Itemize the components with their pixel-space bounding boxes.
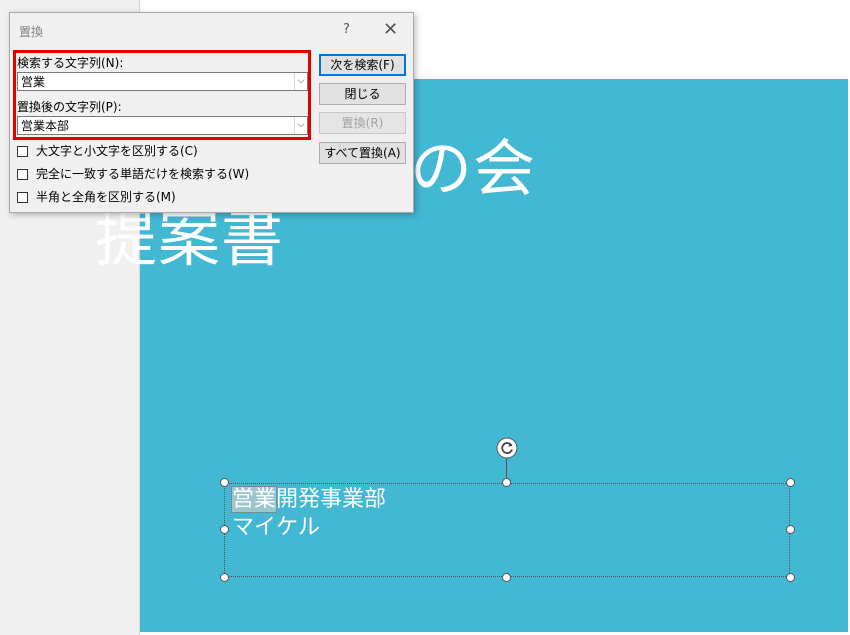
- find-combo[interactable]: ⌵: [17, 72, 308, 91]
- resize-handle-bottom-left[interactable]: [220, 573, 229, 582]
- option-width[interactable]: 半角と全角を区別する(M): [17, 188, 176, 204]
- close-button[interactable]: 閉じる: [319, 83, 406, 105]
- find-label: 検索する文字列(N):: [17, 56, 124, 70]
- resize-handle-bottom-right[interactable]: [786, 573, 795, 582]
- replace-input[interactable]: [18, 117, 297, 134]
- checkbox[interactable]: [17, 146, 28, 157]
- option-label: 大文字と小文字を区別する(C): [36, 144, 198, 158]
- subtitle-text-rest: 開発事業部: [276, 487, 387, 512]
- resize-handle-right[interactable]: [786, 525, 795, 534]
- replace-label: 置換後の文字列(P):: [17, 100, 122, 114]
- option-match-case[interactable]: 大文字と小文字を区別する(C): [17, 142, 198, 158]
- help-button[interactable]: ?: [343, 22, 350, 37]
- replace-all-button[interactable]: すべて置換(A): [319, 142, 406, 164]
- subtitle-text[interactable]: 営業開発事業部 マイケル: [230, 486, 387, 542]
- resize-handle-top-left[interactable]: [220, 478, 229, 487]
- checkbox[interactable]: [17, 192, 28, 203]
- close-icon[interactable]: ✕: [383, 19, 398, 40]
- resize-handle-top-right[interactable]: [786, 478, 795, 487]
- option-label: 完全に一致する単語だけを検索する(W): [36, 167, 250, 181]
- resize-handle-top[interactable]: [502, 478, 511, 487]
- replace-dialog: 置換 ? ✕ 検索する文字列(N): ⌵ 置換後の文字列(P): ⌵ 大文字と小…: [9, 12, 414, 213]
- chevron-down-icon[interactable]: ⌵: [294, 73, 307, 90]
- replace-combo[interactable]: ⌵: [17, 116, 308, 135]
- slide-title-line2: 提案書: [95, 202, 285, 275]
- option-label: 半角と全角を区別する(M): [36, 190, 176, 204]
- replace-button[interactable]: 置換(R): [319, 112, 406, 134]
- resize-handle-bottom[interactable]: [502, 573, 511, 582]
- find-input[interactable]: [18, 73, 297, 90]
- rotate-handle-icon[interactable]: [496, 437, 518, 459]
- dialog-title: 置換: [19, 25, 44, 39]
- subtitle-line2: マイケル: [232, 515, 321, 540]
- resize-handle-left[interactable]: [220, 525, 229, 534]
- find-next-button[interactable]: 次を検索(F): [319, 54, 406, 76]
- checkbox[interactable]: [17, 169, 28, 180]
- option-whole-word[interactable]: 完全に一致する単語だけを検索する(W): [17, 165, 249, 181]
- search-match-highlight: 営業: [230, 486, 278, 513]
- chevron-down-icon[interactable]: ⌵: [294, 117, 307, 134]
